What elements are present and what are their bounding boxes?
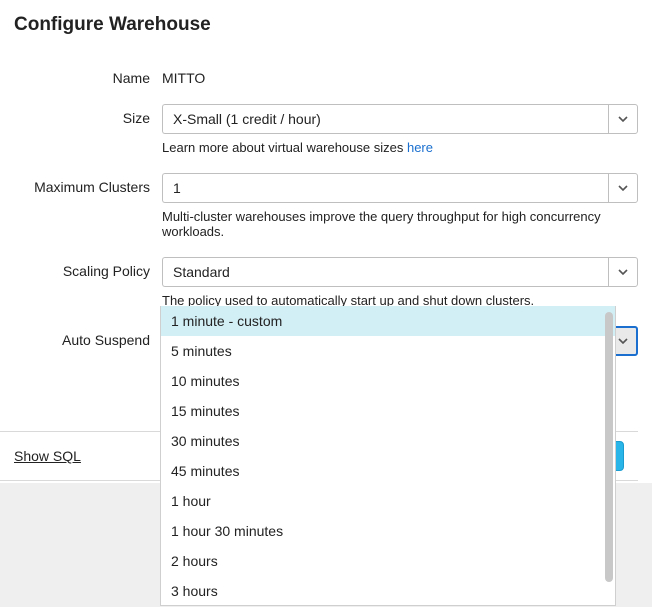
row-max-clusters: Maximum Clusters 1 Multi-cluster warehou… bbox=[14, 173, 638, 239]
size-select[interactable]: X-Small (1 credit / hour) bbox=[162, 104, 638, 134]
auto-suspend-option[interactable]: 45 minutes bbox=[161, 456, 615, 486]
auto-suspend-option[interactable]: 30 minutes bbox=[161, 426, 615, 456]
row-scaling-policy: Scaling Policy Standard The policy used … bbox=[14, 257, 638, 308]
dialog-title: Configure Warehouse bbox=[0, 0, 652, 42]
chevron-down-icon bbox=[617, 266, 629, 278]
show-sql-link[interactable]: Show SQL bbox=[14, 448, 81, 464]
auto-suspend-option[interactable]: 3 hours bbox=[161, 576, 615, 606]
auto-suspend-option[interactable]: 10 minutes bbox=[161, 366, 615, 396]
auto-suspend-option[interactable]: 1 hour bbox=[161, 486, 615, 516]
scaling-policy-select[interactable]: Standard bbox=[162, 257, 638, 287]
max-clusters-select[interactable]: 1 bbox=[162, 173, 638, 203]
auto-suspend-option[interactable]: 1 hour 30 minutes bbox=[161, 516, 615, 546]
label-auto-suspend: Auto Suspend bbox=[14, 326, 162, 348]
row-size: Size X-Small (1 credit / hour) Learn mor… bbox=[14, 104, 638, 155]
row-name: Name MITTO bbox=[14, 64, 638, 86]
auto-suspend-option[interactable]: 5 minutes bbox=[161, 336, 615, 366]
label-max-clusters: Maximum Clusters bbox=[14, 173, 162, 195]
label-scaling-policy: Scaling Policy bbox=[14, 257, 162, 279]
scaling-policy-value: Standard bbox=[162, 257, 608, 287]
dropdown-scrollbar-thumb[interactable] bbox=[605, 312, 613, 582]
label-name: Name bbox=[14, 64, 162, 86]
auto-suspend-dropdown: 1 minute - custom5 minutes10 minutes15 m… bbox=[160, 306, 616, 606]
auto-suspend-option[interactable]: 15 minutes bbox=[161, 396, 615, 426]
max-clusters-button[interactable] bbox=[608, 173, 638, 203]
size-select-value: X-Small (1 credit / hour) bbox=[162, 104, 608, 134]
size-help-link[interactable]: here bbox=[407, 140, 433, 155]
auto-suspend-option[interactable]: 2 hours bbox=[161, 546, 615, 576]
chevron-down-icon bbox=[617, 113, 629, 125]
helper-size: Learn more about virtual warehouse sizes… bbox=[162, 140, 638, 155]
dropdown-scrollbar[interactable] bbox=[605, 312, 613, 590]
chevron-down-icon bbox=[617, 335, 629, 347]
scaling-policy-button[interactable] bbox=[608, 257, 638, 287]
size-select-button[interactable] bbox=[608, 104, 638, 134]
value-name: MITTO bbox=[162, 64, 638, 86]
label-size: Size bbox=[14, 104, 162, 126]
auto-suspend-option[interactable]: 1 minute - custom bbox=[161, 306, 615, 336]
helper-max-clusters: Multi-cluster warehouses improve the que… bbox=[162, 209, 638, 239]
max-clusters-value: 1 bbox=[162, 173, 608, 203]
chevron-down-icon bbox=[617, 182, 629, 194]
